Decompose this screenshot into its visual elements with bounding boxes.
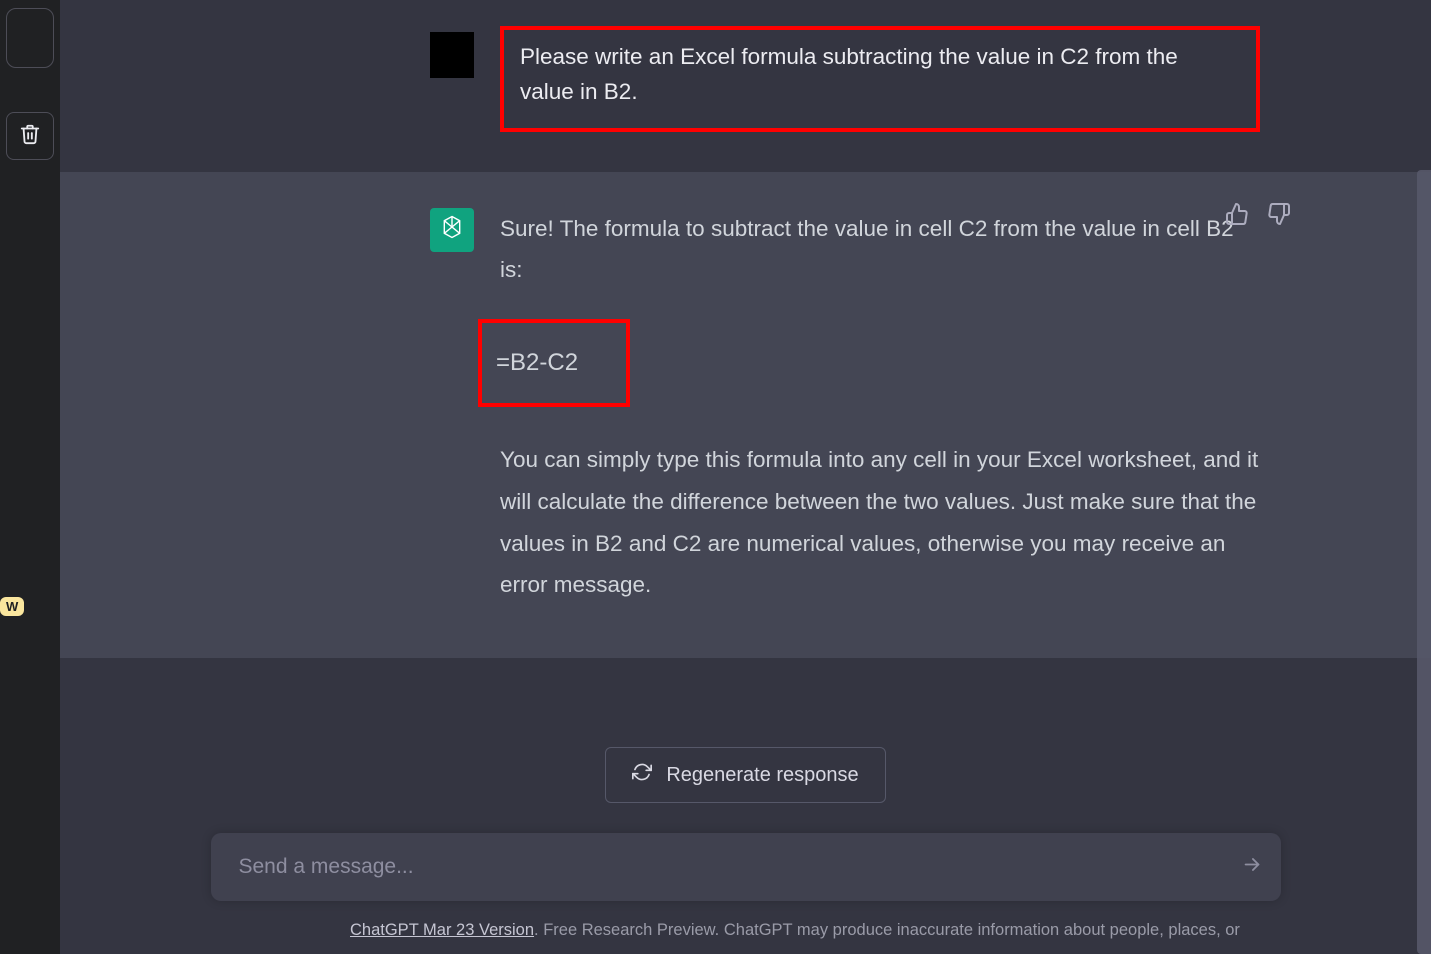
sidebar-delete-button[interactable]	[6, 112, 54, 160]
assistant-message-row: Sure! The formula to subtract the value …	[60, 172, 1431, 658]
assistant-avatar	[430, 208, 474, 252]
trash-icon	[19, 123, 41, 150]
sidebar-new-chat-button[interactable]	[6, 8, 54, 68]
regenerate-label: Regenerate response	[666, 764, 858, 787]
assistant-followup-text: You can simply type this formula into an…	[500, 439, 1260, 606]
composer-area: Regenerate response ChatGPT Mar 23 Versi…	[60, 733, 1431, 954]
user-message-text: Please write an Excel formula subtractin…	[520, 44, 1178, 104]
refresh-icon	[632, 762, 652, 788]
version-link[interactable]: ChatGPT Mar 23 Version	[350, 921, 534, 939]
main-panel: Please write an Excel formula subtractin…	[60, 0, 1431, 954]
thumbs-up-button[interactable]	[1225, 202, 1249, 231]
sidebar: W	[0, 0, 60, 954]
assistant-formula-highlight: =B2-C2	[478, 319, 630, 407]
assistant-message-body: Sure! The formula to subtract the value …	[500, 208, 1260, 634]
assistant-formula-text: =B2-C2	[496, 349, 578, 376]
vertical-scrollbar[interactable]	[1417, 170, 1431, 954]
assistant-intro-text: Sure! The formula to subtract the value …	[500, 208, 1260, 291]
openai-logo-icon	[438, 213, 466, 246]
message-input-container[interactable]	[211, 833, 1281, 901]
sidebar-new-badge: W	[0, 597, 24, 616]
user-message-row: Please write an Excel formula subtractin…	[60, 0, 1431, 172]
user-message-highlight: Please write an Excel formula subtractin…	[500, 26, 1260, 132]
user-avatar	[430, 32, 474, 78]
feedback-controls	[1225, 202, 1291, 231]
disclaimer-tail: . Free Research Preview. ChatGPT may pro…	[534, 921, 1240, 939]
send-button[interactable]	[1241, 854, 1263, 881]
thumbs-down-button[interactable]	[1267, 202, 1291, 231]
footer-disclaimer: ChatGPT Mar 23 Version. Free Research Pr…	[60, 921, 1240, 954]
regenerate-button[interactable]: Regenerate response	[605, 747, 885, 803]
message-input[interactable]	[239, 855, 1231, 879]
